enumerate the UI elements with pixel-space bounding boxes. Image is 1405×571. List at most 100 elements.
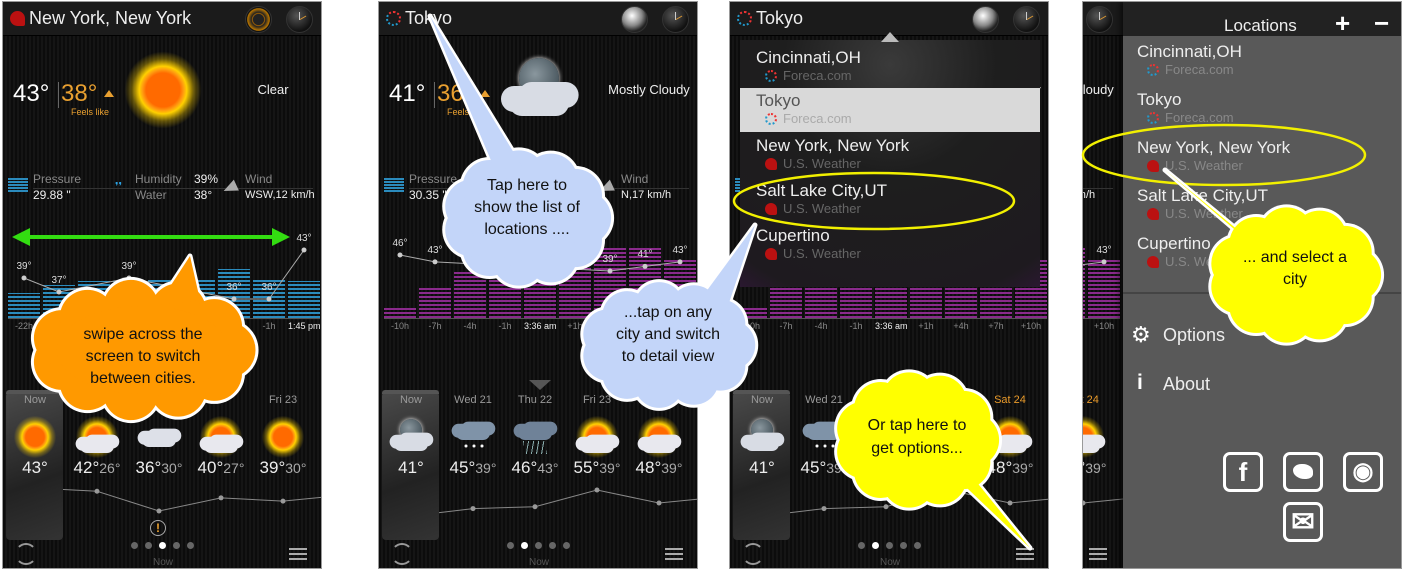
dropdown-location-item[interactable]: New York, New York U.S. Weather (740, 133, 1040, 178)
hourly-temp-label: 41° (637, 249, 653, 261)
instagram-icon[interactable]: ◉ (1343, 452, 1383, 492)
drawer-divider (1123, 292, 1401, 294)
pager-dot[interactable] (535, 542, 542, 549)
hourly-temp-label: 43° (296, 233, 312, 244)
us-weather-icon (1147, 208, 1159, 220)
sun-cloud-weather-icon (575, 415, 619, 459)
moon-cloud-weather-icon (389, 415, 433, 459)
day-high: 40° (197, 458, 224, 477)
hourly-temp-label: 37° (51, 275, 67, 286)
pager-dot[interactable] (858, 542, 865, 549)
menu-icon[interactable] (289, 548, 307, 560)
day-temps: 48°39° (969, 458, 1048, 478)
phone-screen-city-detail: New York, New York 43° 38° Feels like Clear P… (2, 1, 322, 569)
callout-text: locations .... (484, 221, 570, 238)
phone-screen-location-dropdown: Tokyo41°36°Feels likeMostly CloudyPressu… (729, 1, 1049, 569)
location-source: U.S. Weather (783, 246, 861, 261)
location-source: U.S. Weather (783, 201, 861, 216)
daily-temp-line (761, 489, 1048, 517)
pager-dot[interactable] (900, 542, 907, 549)
dropdown-location-item[interactable]: Cincinnati,OH Foreca.com (740, 45, 1040, 90)
pager-dot[interactable] (131, 542, 138, 549)
location-name: Cincinnati,OH (1137, 42, 1242, 61)
add-location-button[interactable]: + (1335, 8, 1350, 39)
callout-text: city and switch (615, 326, 721, 343)
dropdown-location-item[interactable]: Tokyo Foreca.com (740, 88, 1040, 132)
daily-forecast-day[interactable]: Sat 2448°39° (1083, 394, 1114, 484)
pager-label: Now (152, 557, 173, 568)
dropdown-location-item[interactable]: Salt Lake City,UT U.S. Weather (740, 178, 1040, 223)
pager-dot[interactable] (521, 542, 528, 549)
us-weather-icon (765, 203, 777, 215)
callout-text: show the list of (474, 199, 580, 216)
pager-dot[interactable] (872, 542, 879, 549)
warning-icon[interactable]: ! (150, 520, 166, 536)
pager-dot[interactable] (549, 542, 556, 549)
pager-dot[interactable] (145, 542, 152, 549)
pager-dot[interactable] (507, 542, 514, 549)
refresh-icon[interactable] (742, 543, 764, 565)
about-menu-item[interactable]: i About (1131, 370, 1391, 400)
pager-dot[interactable] (886, 542, 893, 549)
location-source: Foreca.com (783, 68, 852, 83)
refresh-icon[interactable] (15, 543, 37, 565)
daily-temp-point (470, 506, 476, 512)
background-city-strip: Tokyo41°36°Feels likeMostly CloudyPressu… (1083, 2, 1123, 568)
tutorial-composite: New York, New York 43° 38° Feels like Clear P… (0, 0, 1405, 571)
daily-temp-point (945, 487, 951, 493)
mail-icon[interactable]: ✉ (1283, 502, 1323, 542)
pager-dot[interactable] (563, 542, 570, 549)
menu-icon[interactable] (1016, 548, 1034, 560)
rain-weather-icon (513, 415, 557, 459)
daily-forecast-day[interactable]: Sat 2448°39° (628, 394, 690, 484)
hourly-temp-label: 36° (261, 282, 277, 293)
drawer-location-item[interactable]: New York, New York U.S. Weather (1123, 138, 1401, 184)
pager-label: Now (528, 557, 549, 568)
refresh-icon[interactable] (391, 543, 413, 565)
twitter-icon[interactable] (1283, 452, 1323, 492)
daily-temp-point (532, 504, 538, 510)
menu-icon[interactable] (1089, 548, 1107, 560)
drawer-location-item[interactable]: Tokyo Foreca.com (1123, 90, 1401, 136)
gear-icon: ⚙ (1131, 322, 1151, 347)
hourly-temp-label: 43° (672, 244, 688, 256)
location-source: Foreca.com (783, 111, 852, 126)
foreca-icon (765, 113, 777, 125)
daily-temp-point (821, 506, 827, 512)
hourly-temp-point (677, 259, 683, 265)
pager-dot[interactable] (173, 542, 180, 549)
day-label: Wed 21 (805, 394, 843, 406)
callout-text: Or tap here to (867, 417, 967, 434)
callout-text: get options... (871, 440, 963, 457)
sun-cloud-weather-icon (75, 415, 119, 459)
foreca-icon (1147, 112, 1159, 124)
about-label: About (1163, 374, 1211, 394)
daily-temp-line (1083, 498, 1123, 504)
hourly-temp-line (1083, 261, 1105, 266)
pager-dot[interactable] (914, 542, 921, 549)
pager-dot[interactable] (159, 542, 166, 549)
day-high: 41° (398, 458, 424, 477)
daily-forecast-day[interactable]: Fri 23 39°30° (252, 394, 314, 484)
callout-text: between cities. (90, 370, 196, 387)
sun-cloud-weather-icon (199, 415, 243, 459)
drawer-location-item[interactable]: Salt Lake City,UT U.S. Weather (1123, 186, 1401, 232)
menu-icon[interactable] (665, 548, 683, 560)
location-name: Cupertino (1137, 234, 1211, 253)
day-high: 42° (73, 458, 100, 477)
details-toggle-icon[interactable] (880, 380, 902, 390)
options-menu-item[interactable]: ⚙ Options (1131, 322, 1391, 352)
dropdown-location-item[interactable]: Cupertino U.S. Weather (740, 223, 1040, 268)
day-label: Thu 22 (517, 394, 553, 406)
hourly-temp-label: 36° (226, 282, 242, 293)
facebook-icon[interactable]: f (1223, 452, 1263, 492)
pager-dot[interactable] (187, 542, 194, 549)
sun-cloud-weather-icon (637, 415, 681, 459)
location-name: Tokyo (1137, 90, 1182, 109)
drawer-location-item[interactable]: Cincinnati,OH Foreca.com (1123, 42, 1401, 88)
day-label: Sat 24 (1083, 394, 1099, 406)
details-toggle-icon[interactable] (529, 380, 551, 390)
remove-location-button[interactable]: − (1374, 8, 1389, 39)
daily-temp-point (883, 504, 889, 510)
foreca-icon (1147, 64, 1159, 76)
